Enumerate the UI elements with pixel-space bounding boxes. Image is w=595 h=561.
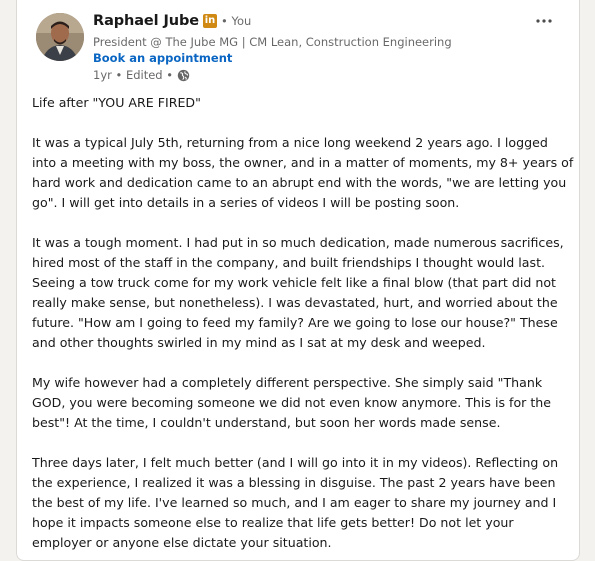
post-title-line: Life after "YOU ARE FIRED" [32, 95, 201, 110]
text-line: really make sense, but nonetheless). I w… [32, 295, 558, 310]
more-options-button[interactable] [531, 10, 557, 32]
author-headline: President @ The Jube MG | CM Lean, Const… [93, 35, 452, 49]
text-line: My wife however had a completely differe… [32, 375, 543, 390]
text-line: hired most of the staff in the company, … [32, 255, 546, 270]
premium-badge-icon: in [203, 14, 218, 28]
avatar-photo [36, 13, 84, 61]
more-options-icon [536, 19, 552, 23]
you-label: • You [221, 14, 252, 28]
text-line: GOD, you were becoming someone we did no… [32, 395, 552, 410]
post-time: 1yr • Edited • [93, 68, 174, 82]
post-meta: 1yr • Edited • [93, 68, 190, 82]
text-line: go". I will get into details in a series… [32, 195, 460, 210]
text-line: It was a typical July 5th, returning fro… [32, 135, 548, 150]
text-line: future. "How am I going to feed my famil… [32, 315, 558, 330]
author-avatar[interactable] [36, 13, 84, 61]
text-line: Three days later, I felt much better (an… [32, 455, 559, 470]
text-line: It was a tough moment. I had put in so m… [32, 235, 564, 250]
post-card: Raphael Jube in • You President @ The Ju… [16, 0, 580, 561]
text-line: and other thoughts swirled in my mind as… [32, 335, 486, 350]
book-appointment-link[interactable]: Book an appointment [93, 51, 232, 65]
text-line: into a meeting with my boss, the owner, … [32, 155, 574, 170]
text-line: the best of my life. I've learned so muc… [32, 495, 557, 510]
text-line: Seeing a tow truck come for my work vehi… [32, 275, 556, 290]
text-line: the experience, I realized it was a bles… [32, 475, 556, 490]
text-line: best"! At the time, I couldn't understan… [32, 415, 501, 430]
post-text: Life after "YOU ARE FIRED" It was a typi… [32, 93, 576, 553]
author-name[interactable]: Raphael Jube [93, 13, 199, 29]
author-name-row: Raphael Jube in • You [93, 13, 251, 29]
text-line: employer or anyone else dictate your sit… [32, 535, 332, 550]
text-line: hope it impacts someone else to realize … [32, 515, 514, 530]
globe-icon[interactable] [177, 69, 190, 82]
text-line: hard work and dedication came to an abru… [32, 175, 567, 190]
